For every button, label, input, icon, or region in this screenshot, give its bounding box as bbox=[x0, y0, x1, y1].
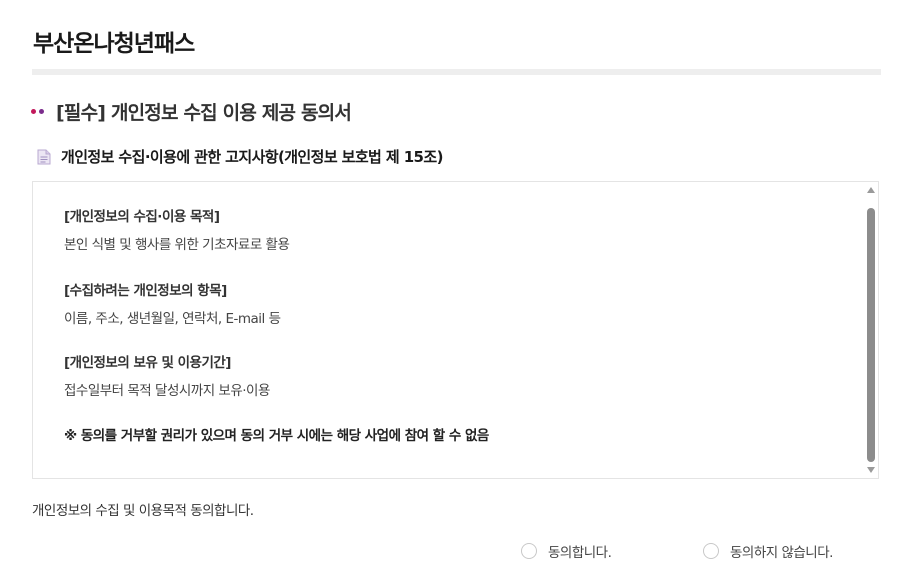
bullet-dots-icon bbox=[31, 109, 44, 114]
document-icon bbox=[37, 149, 51, 165]
terms-scroll-box[interactable]: [개인정보의 수집·이용 목적] 본인 식별 및 행사를 위한 기초자료로 활용… bbox=[32, 181, 879, 479]
bullet-dot bbox=[39, 109, 44, 114]
title-divider bbox=[32, 69, 881, 75]
terms-warning: ※ 동의를 거부할 권리가 있으며 동의 거부 시에는 해당 사업에 참여 할 … bbox=[64, 428, 489, 444]
terms-body-purpose: 본인 식별 및 행사를 위한 기초자료로 활용 bbox=[64, 237, 290, 253]
notice-title: 개인정보 수집·이용에 관한 고지사항(개인정보 보호법 제 15조) bbox=[61, 148, 443, 166]
scroll-up-arrow-icon[interactable] bbox=[867, 187, 875, 193]
radio-agree[interactable]: 동의합니다. bbox=[521, 541, 612, 561]
consent-page: 부산온나청년패스 [필수] 개인정보 수집 이용 제공 동의서 개인정보 수집·… bbox=[0, 0, 897, 571]
terms-scrollbar[interactable] bbox=[864, 182, 878, 478]
radio-disagree[interactable]: 동의하지 않습니다. bbox=[703, 541, 833, 561]
scroll-thumb[interactable] bbox=[867, 208, 875, 462]
notice-header: 개인정보 수집·이용에 관한 고지사항(개인정보 보호법 제 15조) bbox=[37, 146, 443, 167]
page-title: 부산온나청년패스 bbox=[33, 31, 195, 57]
bullet-dot bbox=[31, 109, 36, 114]
consent-question: 개인정보의 수집 및 이용목적 동의합니다. bbox=[32, 503, 254, 519]
terms-body-retention: 접수일부터 목적 달성시까지 보유·이용 bbox=[64, 383, 270, 399]
radio-circle-icon[interactable] bbox=[521, 543, 537, 559]
terms-body-items: 이름, 주소, 생년월일, 연락처, E-mail 등 bbox=[64, 311, 281, 327]
terms-heading-retention: [개인정보의 보유 및 이용기간] bbox=[64, 355, 231, 371]
terms-heading-items: [수집하려는 개인정보의 항목] bbox=[64, 283, 227, 299]
section-title: [필수] 개인정보 수집 이용 제공 동의서 bbox=[56, 102, 352, 124]
scroll-down-arrow-icon[interactable] bbox=[867, 467, 875, 473]
radio-circle-icon[interactable] bbox=[703, 543, 719, 559]
section-header: [필수] 개인정보 수집 이용 제공 동의서 bbox=[31, 98, 352, 125]
terms-heading-purpose: [개인정보의 수집·이용 목적] bbox=[64, 209, 220, 225]
radio-disagree-label: 동의하지 않습니다. bbox=[730, 545, 833, 561]
radio-agree-label: 동의합니다. bbox=[548, 545, 612, 561]
